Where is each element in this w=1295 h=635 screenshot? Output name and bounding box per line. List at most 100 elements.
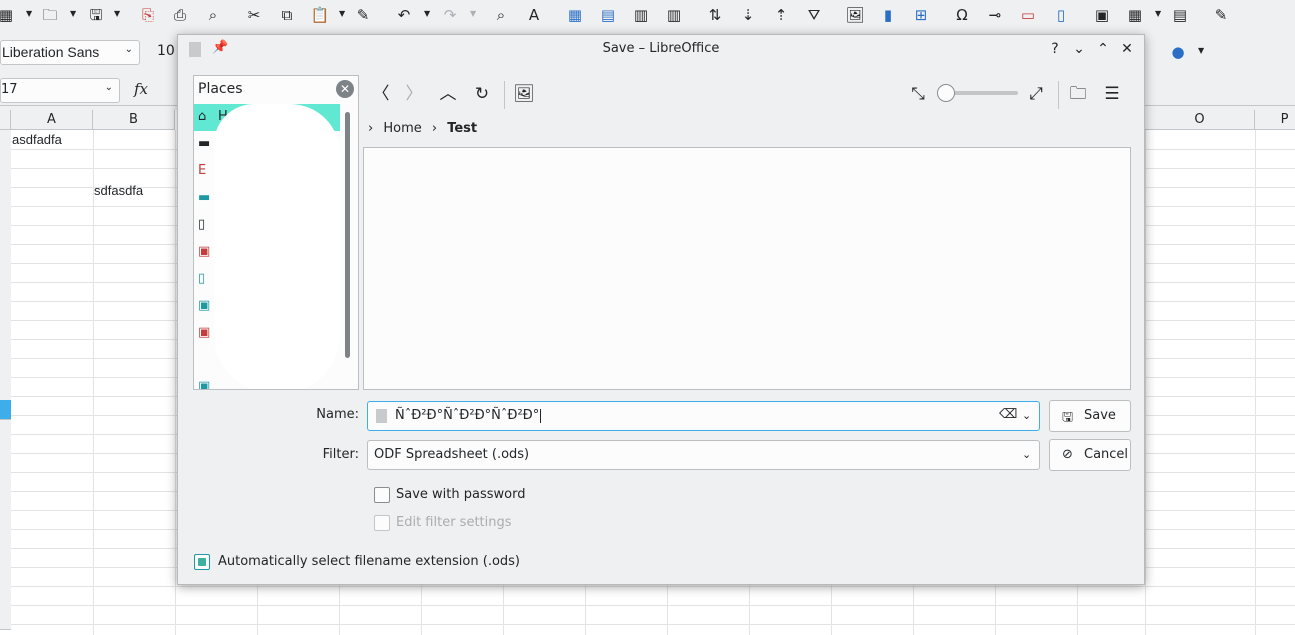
row-header[interactable]: [0, 149, 11, 169]
chevron-down-icon[interactable]: ▼: [339, 9, 345, 18]
edit-filter-settings-checkbox[interactable]: [374, 515, 390, 531]
row-header[interactable]: [0, 610, 11, 630]
spelling-icon[interactable]: A: [522, 3, 546, 27]
conditional-icon[interactable]: ●: [1166, 40, 1190, 64]
delete-columns-icon[interactable]: ▥: [662, 3, 686, 27]
chevron-down-icon[interactable]: ⌄: [105, 82, 113, 93]
row-header[interactable]: [0, 553, 11, 573]
options-icon[interactable]: ☰: [1099, 81, 1125, 107]
chevron-down-icon[interactable]: ▼: [424, 9, 430, 18]
print-icon[interactable]: ⎙: [168, 3, 192, 27]
row-header[interactable]: [0, 515, 11, 535]
comment-icon[interactable]: ▭: [1016, 3, 1040, 27]
zoom-in-icon[interactable]: ⤢: [1023, 81, 1049, 107]
filename-input[interactable]: ÑˆÐ²Ð°ÑˆÐ²Ð°ÑˆÐ²Ð° ⌫ ⌄: [367, 401, 1040, 431]
row-header[interactable]: [0, 358, 11, 378]
cut-icon[interactable]: ✂: [242, 3, 266, 27]
define-print-area-icon[interactable]: ▣: [1090, 3, 1114, 27]
places-scrollbar[interactable]: [345, 112, 350, 358]
new-folder-icon[interactable]: 🗀: [1065, 81, 1091, 107]
chevron-down-icon[interactable]: ▼: [1155, 9, 1161, 18]
find-icon[interactable]: ⌕: [489, 3, 513, 27]
row-header[interactable]: [0, 130, 11, 150]
hyperlink-icon[interactable]: ⊸: [983, 3, 1007, 27]
chart-icon[interactable]: ▮: [876, 3, 900, 27]
row-header[interactable]: [0, 420, 11, 440]
print-preview-icon[interactable]: ⌕: [201, 3, 225, 27]
column-header-p[interactable]: P: [1255, 110, 1295, 130]
table-icon[interactable]: ▦: [0, 3, 18, 27]
row-header[interactable]: [0, 458, 11, 478]
row-icon[interactable]: ▦: [563, 3, 587, 27]
autofilter-icon[interactable]: ⛛: [802, 3, 826, 27]
help-icon[interactable]: ?: [1045, 39, 1065, 59]
row-header-selected[interactable]: [0, 400, 11, 420]
font-name-combobox[interactable]: Liberation Sans ⌄: [0, 40, 140, 65]
cancel-button[interactable]: ⊘ Cancel: [1049, 439, 1131, 471]
filter-select[interactable]: ODF Spreadsheet (.ods) ⌄: [367, 440, 1040, 470]
maximize-icon[interactable]: ⌃: [1093, 39, 1113, 59]
paste-icon[interactable]: 📋: [308, 3, 332, 27]
columns-icon[interactable]: ▥: [629, 3, 653, 27]
copy-icon[interactable]: ⧉: [275, 3, 299, 27]
row-header[interactable]: [0, 572, 11, 592]
clear-text-icon[interactable]: ⌫: [999, 408, 1017, 422]
chevron-down-icon[interactable]: ▼: [70, 9, 76, 18]
sort-ascending-icon[interactable]: ⇣: [736, 3, 760, 27]
row-header[interactable]: [0, 301, 11, 321]
image-icon[interactable]: 🖼: [843, 3, 867, 27]
chevron-down-icon[interactable]: ▼: [470, 9, 476, 18]
row-header[interactable]: [0, 496, 11, 516]
zoom-out-icon[interactable]: ⤡: [905, 81, 931, 107]
chevron-down-icon[interactable]: ▼: [1198, 46, 1204, 55]
chevron-down-icon[interactable]: ⌄: [1022, 409, 1031, 422]
row-header[interactable]: [0, 591, 11, 611]
row-header[interactable]: [0, 225, 11, 245]
row-header[interactable]: [0, 244, 11, 264]
sort-descending-icon[interactable]: ⇡: [769, 3, 793, 27]
draw-functions-icon[interactable]: ✎: [1209, 3, 1233, 27]
save-with-password-checkbox[interactable]: [374, 487, 390, 503]
breadcrumb-chevron-icon[interactable]: ›: [368, 121, 373, 136]
row-header[interactable]: [0, 187, 11, 207]
clone-formatting-icon[interactable]: ✎: [351, 3, 375, 27]
split-window-icon[interactable]: ▤: [1168, 3, 1192, 27]
row-header[interactable]: [0, 168, 11, 188]
up-icon[interactable]: ︿: [435, 81, 461, 107]
chevron-down-icon[interactable]: ▼: [26, 9, 32, 18]
forward-icon[interactable]: 〉: [401, 81, 427, 107]
open-folder-icon[interactable]: 🗀: [38, 3, 62, 27]
row-header[interactable]: [0, 477, 11, 497]
row-header[interactable]: [0, 320, 11, 340]
save-button[interactable]: 🖫 Save: [1049, 400, 1131, 432]
preview-image-icon[interactable]: 🖼: [511, 81, 537, 107]
chevron-down-icon[interactable]: ▼: [114, 9, 120, 18]
font-size-combobox[interactable]: 10: [148, 40, 180, 65]
close-icon[interactable]: ✕: [336, 80, 354, 98]
edit-filter-settings-label[interactable]: Edit filter settings: [396, 515, 512, 530]
column-header-o[interactable]: O: [1145, 110, 1255, 130]
chevron-down-icon[interactable]: ⌄: [125, 44, 133, 55]
close-icon[interactable]: ✕: [1117, 39, 1137, 59]
column-header-b[interactable]: B: [93, 110, 175, 130]
headers-footers-icon[interactable]: ▯: [1049, 3, 1073, 27]
save-icon[interactable]: 🖫: [84, 3, 108, 27]
zoom-slider-handle[interactable]: [937, 84, 955, 102]
row-header[interactable]: [0, 377, 11, 397]
cell-a1[interactable]: asdfadfa: [12, 132, 62, 147]
column-header-a[interactable]: A: [11, 110, 93, 130]
reload-icon[interactable]: ↻: [469, 81, 495, 107]
special-character-icon[interactable]: Ω: [950, 3, 974, 27]
cell-b4[interactable]: sdfasdfa: [94, 183, 143, 198]
file-list-view[interactable]: [363, 147, 1131, 390]
redo-icon[interactable]: ↷: [438, 3, 462, 27]
auto-extension-label[interactable]: Automatically select filename extension …: [218, 554, 520, 569]
breadcrumb-chevron-icon[interactable]: ›: [432, 121, 437, 136]
breadcrumb-current[interactable]: Test: [447, 121, 477, 136]
sort-icon[interactable]: ⇅: [703, 3, 727, 27]
corner-header[interactable]: [0, 110, 11, 130]
row-header[interactable]: [0, 282, 11, 302]
name-box[interactable]: 17 ⌄: [0, 78, 120, 103]
function-wizard-icon[interactable]: fx: [134, 80, 148, 98]
dialog-titlebar[interactable]: 📌 Save – LibreOffice ? ⌄ ⌃ ✕: [178, 35, 1144, 63]
